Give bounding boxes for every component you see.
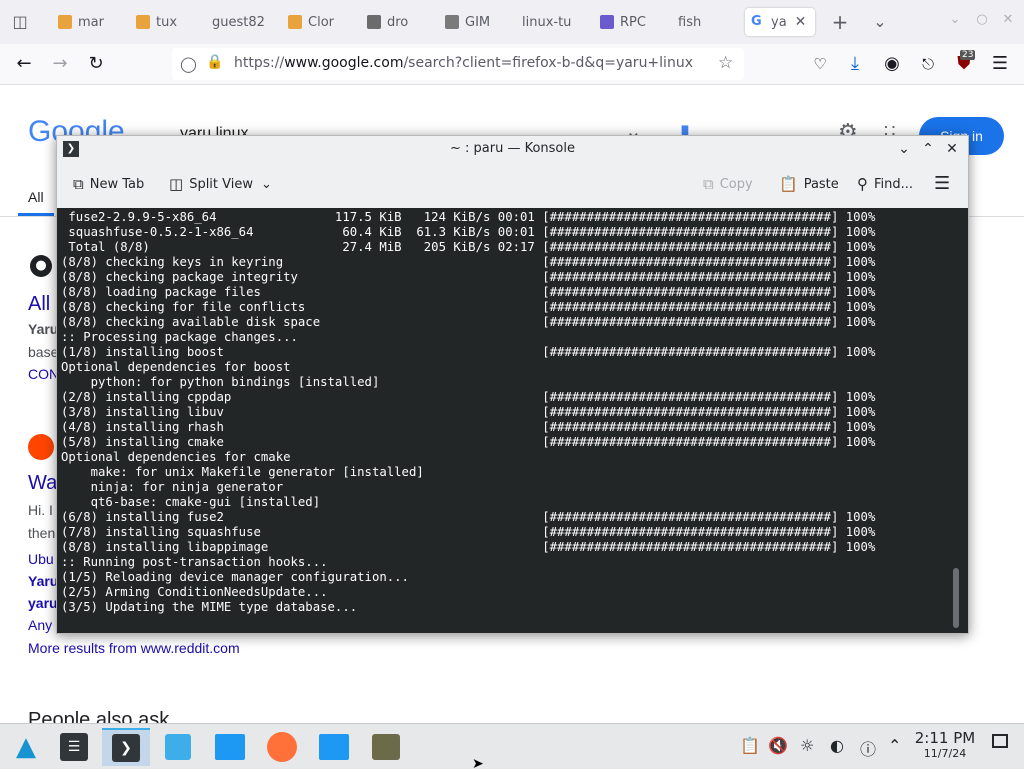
- search-icon: ⚲: [857, 175, 868, 193]
- tab-item[interactable]: guest82: [212, 8, 268, 36]
- tab-favicon-icon: [58, 15, 72, 29]
- tab-item-active[interactable]: G ya ✕: [745, 8, 815, 36]
- account-icon[interactable]: ◉: [880, 52, 904, 76]
- forward-arrow-icon[interactable]: →: [48, 52, 72, 76]
- result-sublink[interactable]: Ubu: [28, 551, 54, 567]
- new-tab-icon: ⧉: [73, 175, 84, 193]
- find-button[interactable]: ⚲ Find...: [857, 175, 913, 193]
- tab-item[interactable]: Clor: [288, 8, 340, 36]
- result-title-link[interactable]: Wa: [28, 472, 57, 495]
- close-icon[interactable]: ✕: [943, 140, 961, 158]
- result-snippet: base: [28, 344, 59, 360]
- terminal-scrollbar[interactable]: [953, 568, 959, 628]
- reddit-icon: [28, 434, 54, 460]
- tab-item[interactable]: dro: [367, 8, 419, 36]
- result-snippet: Hi. I: [28, 502, 53, 518]
- window-title: ~ : paru — Konsole: [449, 141, 575, 156]
- copy-icon: ⧉: [703, 175, 714, 193]
- chevron-down-icon: ⌄: [261, 176, 272, 192]
- lock-icon[interactable]: 🔒: [206, 54, 223, 70]
- taskbar-firefox-icon[interactable]: [258, 728, 306, 766]
- shield-icon[interactable]: ◯: [180, 55, 197, 73]
- tab-item[interactable]: linux-tu: [522, 8, 578, 36]
- clipboard-icon[interactable]: 📋: [740, 736, 760, 755]
- downloads-icon[interactable]: ⤓: [843, 52, 867, 76]
- window-minimize-icon[interactable]: ⌄: [947, 12, 963, 27]
- more-results-link[interactable]: More results from www.reddit.com: [28, 640, 240, 656]
- paste-clipboard-icon: 📋: [779, 175, 798, 193]
- system-settings-icon[interactable]: ☰: [52, 728, 96, 766]
- tab-item[interactable]: mar: [58, 8, 110, 36]
- show-hidden-chevron-icon[interactable]: ⌃: [888, 736, 901, 755]
- back-arrow-icon[interactable]: ←: [12, 52, 36, 76]
- menu-hamburger-icon[interactable]: ☰: [988, 52, 1012, 76]
- help-icon[interactable]: ⓘ: [860, 736, 876, 760]
- close-tab-icon[interactable]: ✕: [795, 14, 807, 30]
- application-launcher-icon[interactable]: ▲: [4, 728, 48, 766]
- bookmark-star-icon[interactable]: ☆: [718, 53, 733, 73]
- result-sublink-bold[interactable]: Yaru: [28, 573, 58, 589]
- discover-store-icon[interactable]: [156, 728, 200, 766]
- tab-favicon-icon: [136, 15, 150, 29]
- extension-badge: 23: [960, 50, 976, 60]
- maximize-chevron-icon[interactable]: ⌃: [919, 140, 937, 158]
- terminal-text: fuse2-2.9.9-5-x86_64 117.5 KiB 124 KiB/s…: [61, 210, 876, 614]
- github-icon: ●: [30, 255, 52, 277]
- paste-button[interactable]: 📋 Paste: [779, 175, 839, 193]
- taskbar-file-manager-icon[interactable]: [206, 728, 254, 766]
- tab-item[interactable]: RPC: [600, 8, 652, 36]
- tab-list-chevron-icon[interactable]: ⌄: [870, 12, 890, 31]
- url-text[interactable]: https://www.google.com/search?client=fir…: [234, 55, 693, 71]
- tab-favicon-icon: [445, 15, 459, 29]
- reload-icon[interactable]: ↻: [84, 52, 108, 76]
- split-view-icon: ◫: [169, 175, 184, 193]
- tab-all[interactable]: All: [28, 189, 44, 205]
- split-view-button[interactable]: ◫ Split View ⌄: [169, 175, 272, 193]
- tab-favicon-icon: [367, 15, 381, 29]
- browser-navigation-bar: ← → ↻ ◯ 🔒 https://www.google.com/search?…: [0, 44, 1024, 85]
- taskbar-konsole-icon[interactable]: ❯: [102, 728, 150, 766]
- show-desktop-icon[interactable]: [992, 734, 1008, 748]
- hamburger-menu-icon[interactable]: ☰: [934, 173, 950, 194]
- taskbar: ▲ ☰ ❯ 📋 🔇 ☼ ◐ ⓘ ⌃ 2:11 PM 11/7/24: [0, 723, 1024, 769]
- browser-tab-bar: ◫ mar tux guest82 Clor dro GIM linux-tu …: [0, 0, 1024, 44]
- copy-button[interactable]: ⧉ Copy: [703, 175, 753, 193]
- digital-clock[interactable]: 2:11 PM 11/7/24: [913, 729, 977, 760]
- tab-item[interactable]: tux: [136, 8, 186, 36]
- result-snippet-bold: Yaru: [28, 321, 59, 337]
- extensions-icon[interactable]: ⎋: [916, 52, 940, 76]
- new-tab-icon[interactable]: +: [830, 10, 850, 34]
- taskbar-image-viewer-icon[interactable]: [362, 728, 410, 766]
- result-link[interactable]: CON: [28, 366, 59, 382]
- tab-overview-icon[interactable]: ◫: [10, 12, 30, 31]
- mouse-cursor-icon: ➤: [472, 756, 484, 772]
- tab-item[interactable]: GIM: [445, 8, 497, 36]
- result-title-link[interactable]: All: [28, 293, 50, 316]
- tab-favicon-icon: [288, 15, 302, 29]
- result-sublink-bold[interactable]: yaru: [28, 595, 58, 611]
- window-maximize-icon[interactable]: ○: [974, 12, 990, 27]
- pocket-icon[interactable]: ♡: [808, 52, 832, 76]
- konsole-toolbar: ⧉ New Tab ◫ Split View ⌄ ⧉ Copy 📋 Paste …: [57, 162, 968, 208]
- konsole-window: ❯ ~ : paru — Konsole ⌄ ⌃ ✕ ⧉ New Tab ◫ S…: [56, 135, 969, 634]
- google-favicon-icon: G: [751, 14, 762, 29]
- url-bar[interactable]: ◯ 🔒 https://www.google.com/search?client…: [172, 48, 744, 80]
- new-tab-button[interactable]: ⧉ New Tab: [73, 175, 144, 193]
- tab-item[interactable]: fish: [678, 8, 728, 36]
- network-icon[interactable]: ◐: [830, 736, 844, 755]
- konsole-titlebar[interactable]: ❯ ~ : paru — Konsole ⌄ ⌃ ✕: [57, 136, 968, 162]
- minimize-chevron-icon[interactable]: ⌄: [895, 140, 913, 158]
- volume-muted-icon[interactable]: 🔇: [768, 736, 788, 755]
- result-sublink[interactable]: Any: [28, 617, 52, 633]
- result-snippet: then: [28, 525, 56, 541]
- brightness-icon[interactable]: ☼: [800, 736, 814, 755]
- terminal-output[interactable]: fuse2-2.9.9-5-x86_64 117.5 KiB 124 KiB/s…: [57, 208, 968, 633]
- taskbar-file-manager-icon[interactable]: [310, 728, 358, 766]
- window-close-icon[interactable]: ✕: [1000, 12, 1016, 27]
- tab-favicon-icon: [600, 15, 614, 29]
